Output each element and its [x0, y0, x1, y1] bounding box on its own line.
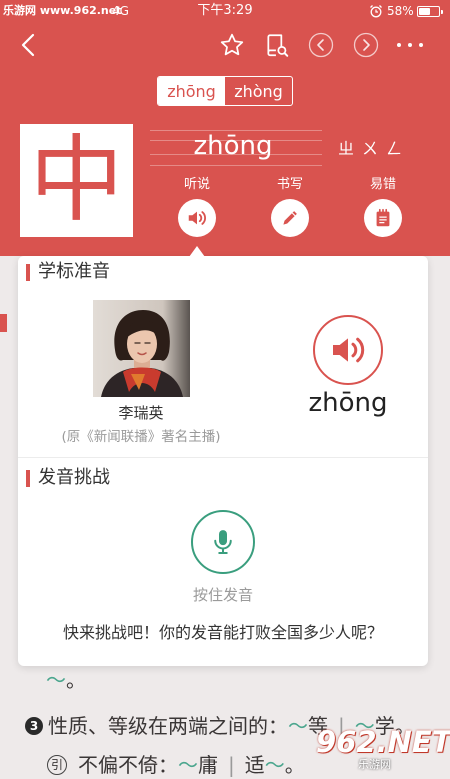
microphone-icon — [208, 527, 238, 557]
more-dots-icon — [396, 41, 424, 49]
writing-button[interactable] — [271, 199, 309, 237]
pencil-icon — [279, 207, 301, 229]
common-errors-button[interactable] — [364, 199, 402, 237]
headword-pinyin: zhōng — [193, 131, 273, 161]
announcer-photo — [93, 300, 190, 397]
clock: 下午3:29 — [197, 3, 253, 18]
section-accent-bar — [26, 264, 30, 281]
definition-text: 庸 — [198, 753, 218, 777]
definition-text: 。 — [284, 753, 305, 777]
pronunciation-tabs: zhōng zhòng — [157, 76, 293, 106]
speaker-icon — [328, 330, 368, 370]
battery-icon — [417, 6, 443, 17]
watermark-text: 乐游网 www.962.net — [3, 4, 122, 17]
definition-text: 适 — [244, 753, 265, 777]
pronunciation-challenge-title: 发音挑战 — [38, 467, 110, 488]
headword-tilde: ～ — [178, 753, 198, 777]
site-watermark: 962.NET 乐游网 — [316, 726, 450, 771]
hold-to-speak-hint: 按住发音 — [192, 586, 253, 604]
network-indicator: 4G — [112, 4, 129, 18]
announcer-name: 李瑞英 — [118, 404, 164, 422]
definition-line: 引不偏不倚：～庸 | 适～。 — [47, 753, 305, 777]
tab-pronunciation-2[interactable]: zhòng — [225, 77, 292, 105]
dictionary-lookup-button[interactable] — [263, 31, 291, 59]
section-divider — [18, 457, 428, 458]
play-standard-audio-button[interactable] — [313, 315, 383, 385]
standard-pinyin: zhōng — [308, 388, 388, 418]
back-arrow-icon — [20, 33, 36, 57]
more-button[interactable] — [396, 31, 424, 59]
battery-percent: 58% — [387, 4, 414, 18]
announcer-note: (原《新闻联播》著名主播) — [61, 429, 221, 445]
standard-pronunciation-title: 学标准音 — [38, 261, 110, 282]
example-separator: | — [228, 753, 235, 777]
definition-text: 性质、等级在两端之间的： — [48, 714, 288, 738]
headword-zhuyin: ㄓㄨㄥ — [338, 139, 411, 158]
watermark-name: 乐游网 — [358, 758, 391, 771]
notepad-icon — [372, 207, 394, 229]
next-circle-icon — [353, 32, 379, 58]
battery-level-fill — [419, 8, 431, 15]
watermark-brand: 962.NET — [316, 725, 450, 759]
next-character-button[interactable] — [352, 31, 380, 59]
listen-speak-button[interactable] — [178, 199, 216, 237]
speaker-icon — [186, 207, 208, 229]
star-icon — [219, 32, 245, 58]
alarm-clock-icon — [370, 5, 382, 18]
headword-tilde: ～ — [288, 714, 308, 738]
definition-line: ～。 — [46, 668, 86, 692]
popup-pointer — [189, 246, 205, 257]
sense-number-badge: 3 — [25, 717, 43, 735]
hold-to-record-button[interactable] — [191, 510, 255, 574]
back-button[interactable] — [14, 31, 42, 59]
previous-circle-icon — [308, 32, 334, 58]
extended-meaning-badge: 引 — [47, 755, 67, 775]
status-bar: 乐游网 www.962.net 4G 下午3:29 58% — [0, 0, 450, 22]
definition-text: 不偏不倚： — [78, 753, 178, 777]
headword-tilde: ～ — [264, 753, 285, 777]
previous-character-button[interactable] — [307, 31, 335, 59]
writing-label: 书写 — [276, 177, 303, 192]
challenge-prompt: 快来挑战吧！你的发音能打败全国多少人呢？ — [62, 623, 383, 642]
character-card: 中 — [20, 124, 133, 237]
book-search-icon — [264, 32, 290, 58]
section-accent-bar — [26, 470, 30, 487]
pronunciation-popup: 学标准音 李瑞英 (原《新闻联播》著名主播) zhōng 发音挑战 按住发音 快… — [18, 256, 428, 666]
tab-pronunciation-1[interactable]: zhōng — [158, 77, 225, 105]
listen-speak-label: 听说 — [183, 177, 210, 192]
common-errors-label: 易错 — [369, 177, 396, 192]
definition-text: 。 — [66, 668, 86, 692]
headword-tilde: ～ — [46, 668, 66, 692]
headword-character: 中 — [29, 125, 124, 235]
section-marker — [0, 314, 7, 332]
favorite-button[interactable] — [218, 31, 246, 59]
